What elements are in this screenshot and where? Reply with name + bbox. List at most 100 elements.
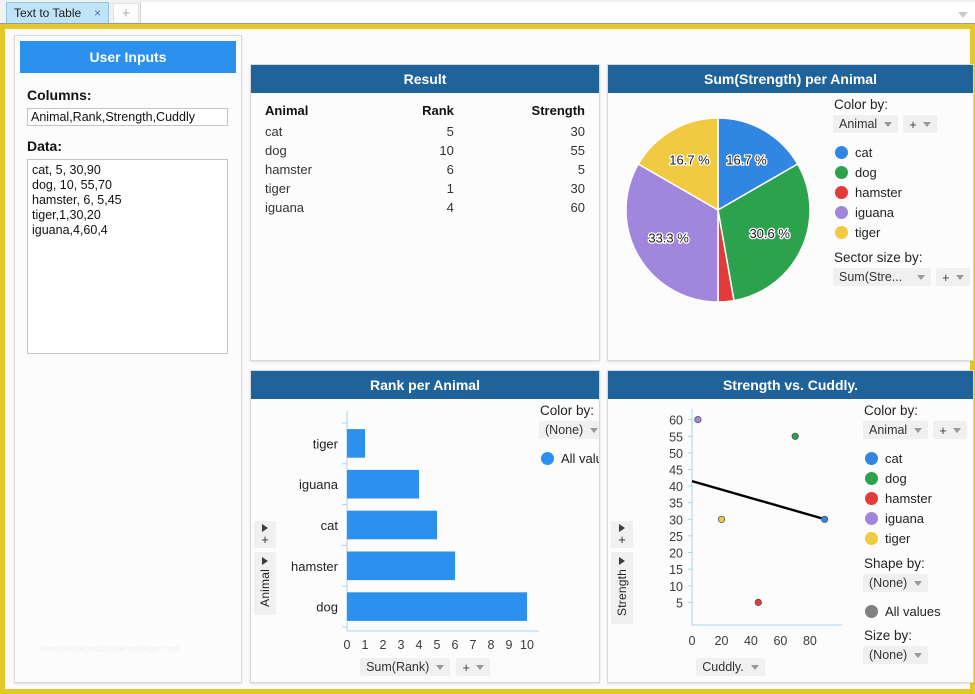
legend-color-swatch xyxy=(541,451,554,465)
cell-strength: 60 xyxy=(570,200,585,215)
legend-label: tiger xyxy=(855,224,881,240)
chevron-down-icon xyxy=(475,664,484,670)
svg-text:20: 20 xyxy=(669,547,683,561)
tab-strip-empty-area xyxy=(140,2,975,23)
add-sector-measure-button[interactable]: + xyxy=(936,268,970,286)
legend-item-hamster[interactable]: hamster xyxy=(865,488,973,508)
legend-item-all-values[interactable]: All values xyxy=(865,601,973,621)
legend-shape-swatch xyxy=(865,604,878,618)
y-axis-label: Animal xyxy=(258,569,272,607)
svg-text:10: 10 xyxy=(520,638,534,652)
scatter-y-axis-controls: + Strength xyxy=(611,521,633,624)
table-row: tiger 1 30 xyxy=(251,179,599,198)
color-by-row: (None) xyxy=(539,421,599,439)
triangle-right-icon xyxy=(619,557,625,565)
legend-item-iguana[interactable]: iguana xyxy=(865,508,973,528)
legend-item-dog[interactable]: dog xyxy=(835,162,973,182)
svg-text:8: 8 xyxy=(488,638,495,652)
color-by-row: Animal + xyxy=(863,421,973,439)
scatter-legend: cat dog hamster iguana tiger xyxy=(865,448,973,548)
x-measure-value: Sum(Rank) xyxy=(366,660,430,674)
legend-item-cat[interactable]: cat xyxy=(865,448,973,468)
cell-animal: iguana xyxy=(265,200,305,215)
plus-icon: + xyxy=(909,116,917,132)
x-measure-select[interactable]: Sum(Rank) xyxy=(360,658,451,676)
chevron-down-icon xyxy=(750,664,759,670)
y-axis-selector[interactable]: Animal xyxy=(254,552,276,615)
data-textarea[interactable]: cat, 5, 30,90 dog, 10, 55,70 hamster, 6,… xyxy=(27,159,228,354)
svg-text:9: 9 xyxy=(506,638,513,652)
cell-rank: 6 xyxy=(446,162,454,177)
panel-title-result: Result xyxy=(251,65,599,93)
svg-text:7: 7 xyxy=(470,638,477,652)
legend-item-all-values[interactable]: All values xyxy=(541,448,599,468)
svg-text:0: 0 xyxy=(344,638,351,652)
table-row: cat 5 30 xyxy=(251,122,599,141)
cell-rank: 1 xyxy=(446,181,454,196)
color-by-select[interactable]: (None) xyxy=(539,421,599,439)
svg-text:16.7 %: 16.7 % xyxy=(726,153,767,168)
scatter-controls: Color by: Animal + cat dog hamster iguan… xyxy=(863,403,973,673)
svg-text:3: 3 xyxy=(398,638,405,652)
legend-item-iguana[interactable]: iguana xyxy=(835,202,973,222)
chevron-down-icon xyxy=(436,664,445,670)
svg-text:55: 55 xyxy=(669,430,683,444)
legend-item-tiger[interactable]: tiger xyxy=(835,222,973,242)
pie-chart[interactable]: 16.7 % 30.6 % 33.3 % 16.7 % xyxy=(618,105,828,320)
svg-text:hamster: hamster xyxy=(291,559,339,574)
svg-text:80: 80 xyxy=(803,634,817,648)
svg-text:6: 6 xyxy=(452,638,459,652)
legend-item-hamster[interactable]: hamster xyxy=(835,182,973,202)
y-axis-expand-group[interactable]: + xyxy=(254,521,276,548)
legend-item-cat[interactable]: cat xyxy=(835,142,973,162)
legend-color-swatch xyxy=(835,205,848,219)
chevron-down-icon[interactable] xyxy=(955,8,971,22)
close-icon[interactable]: × xyxy=(91,7,104,19)
scatter-chart[interactable]: 5 10 15 20 25 30 35 40 45 50 55 60 0 20 40 60 80 xyxy=(636,399,861,667)
plus-icon: + xyxy=(618,532,626,547)
triangle-right-icon xyxy=(619,524,625,532)
cell-rank: 4 xyxy=(446,200,454,215)
sector-size-select[interactable]: Sum(Stre... xyxy=(833,268,931,286)
shape-by-label: Shape by: xyxy=(864,556,925,571)
color-by-select[interactable]: Animal xyxy=(863,421,929,439)
legend-item-dog[interactable]: dog xyxy=(865,468,973,488)
svg-text:2: 2 xyxy=(380,638,387,652)
shape-by-select[interactable]: (None) xyxy=(863,574,929,592)
color-by-select[interactable]: Animal xyxy=(833,115,899,133)
cell-animal: tiger xyxy=(265,181,291,196)
tab-text-to-table[interactable]: Text to Table × xyxy=(6,2,109,23)
legend-color-swatch xyxy=(865,511,878,525)
table-row: hamster 6 5 xyxy=(251,160,599,179)
legend-label: iguana xyxy=(885,510,925,526)
columns-input[interactable] xyxy=(27,108,228,126)
x-measure-select[interactable]: Cuddly. xyxy=(696,658,765,676)
bar-controls: Color by: (None) All values xyxy=(539,403,599,468)
svg-text:20: 20 xyxy=(715,634,729,648)
svg-text:dog: dog xyxy=(316,600,338,615)
color-by-row: Animal + xyxy=(833,115,973,133)
tab-title: Text to Table xyxy=(14,6,82,20)
add-color-button[interactable]: + xyxy=(903,115,937,133)
chevron-down-icon xyxy=(914,580,923,586)
legend-color-swatch xyxy=(865,491,878,505)
add-color-button[interactable]: + xyxy=(933,421,967,439)
svg-text:50: 50 xyxy=(669,447,683,461)
pie-legend: cat dog hamster iguana tiger xyxy=(835,142,973,242)
new-tab-button[interactable]: + xyxy=(113,3,139,22)
y-axis-selector[interactable]: Strength xyxy=(611,552,633,624)
bar-chart[interactable]: tiger iguana cat hamster dog 0 1 2 3 4 5 6 7 8 9 10 xyxy=(279,399,539,667)
legend-color-swatch xyxy=(865,471,878,485)
y-axis-expand-group[interactable]: + xyxy=(611,521,633,548)
color-by-label: Color by: xyxy=(540,403,595,418)
add-x-measure-button[interactable]: + xyxy=(456,658,490,676)
cell-rank: 10 xyxy=(439,143,454,158)
plus-icon: + xyxy=(462,659,470,675)
bar-y-axis-controls: + Animal xyxy=(254,521,276,615)
sector-size-row: Sum(Stre... + xyxy=(833,268,973,286)
legend-label: cat xyxy=(855,144,873,160)
svg-text:25: 25 xyxy=(669,530,683,544)
legend-label: All values xyxy=(561,450,599,466)
legend-item-tiger[interactable]: tiger xyxy=(865,528,973,548)
panel-result: Result Animal Rank Strength cat 5 30 dog… xyxy=(250,64,600,361)
